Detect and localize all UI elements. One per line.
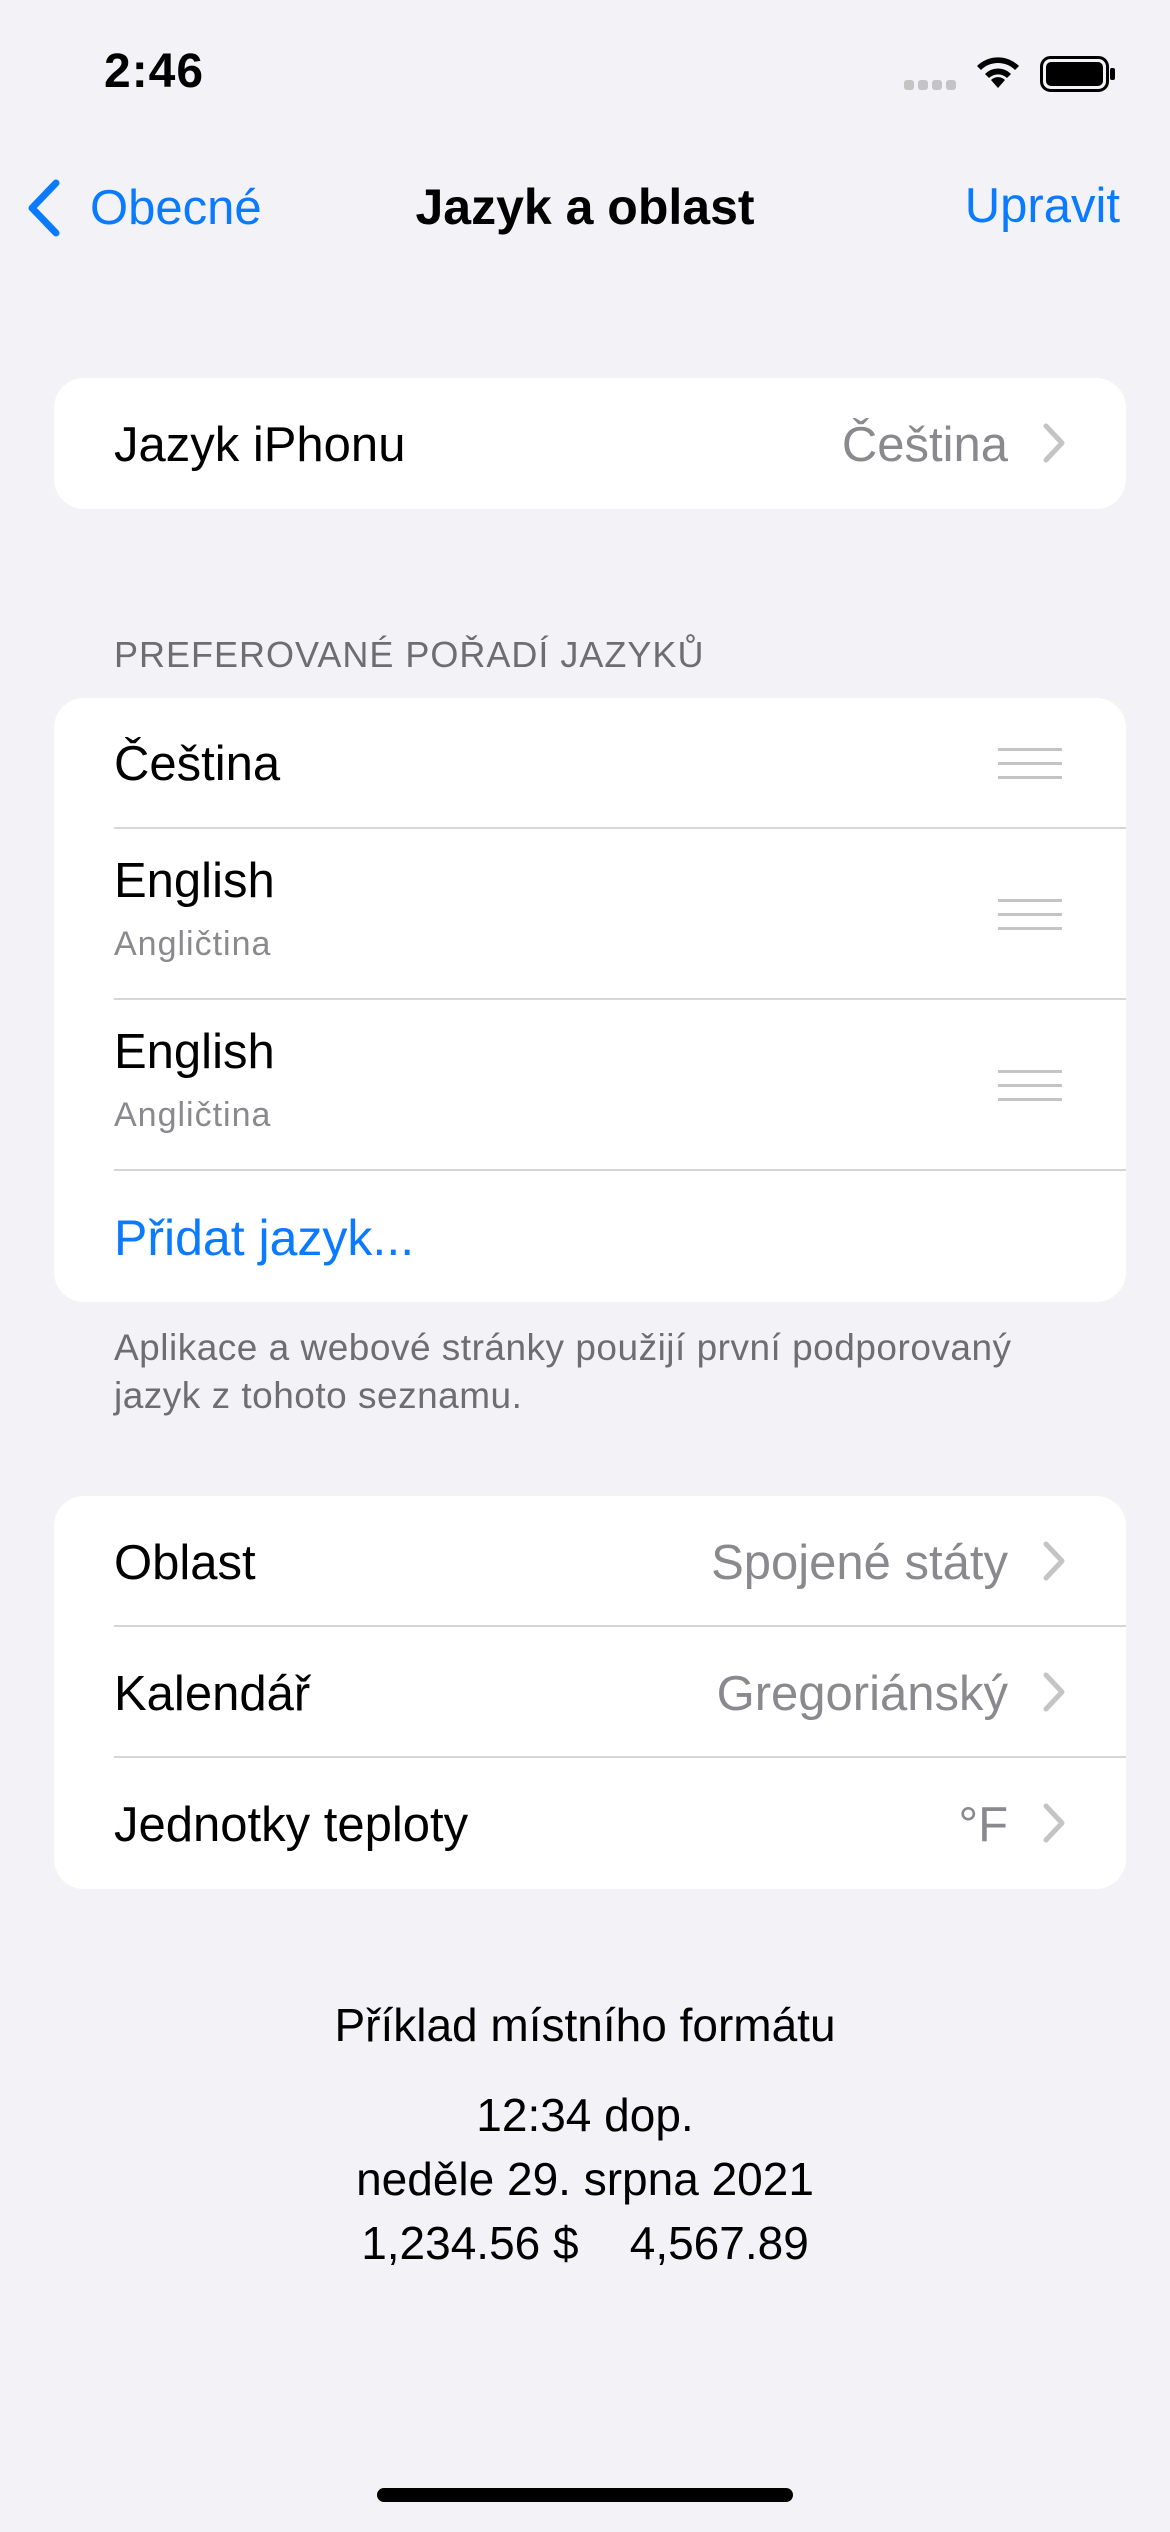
language-name: Čeština bbox=[114, 737, 281, 791]
chevron-right-icon bbox=[1043, 1672, 1065, 1712]
cellular-signal-icon bbox=[904, 80, 956, 90]
temperature-units-value: °F bbox=[958, 1798, 1008, 1852]
temperature-units-row[interactable]: Jednotky teploty °F bbox=[54, 1758, 1126, 1889]
region-label: Oblast bbox=[114, 1536, 256, 1590]
format-example-title: Příklad místního formátu bbox=[334, 1999, 836, 2051]
language-name: English bbox=[114, 1025, 275, 1079]
home-indicator[interactable] bbox=[377, 2488, 793, 2502]
iphone-language-value: Čeština bbox=[841, 418, 1008, 472]
iphone-language-row[interactable]: Jazyk iPhonu Čeština bbox=[54, 378, 1126, 509]
wifi-icon bbox=[977, 57, 1019, 88]
format-example-time: 12:34 dop. bbox=[476, 2089, 694, 2141]
language-row-cestina[interactable]: Čeština bbox=[54, 698, 1126, 829]
language-name: English bbox=[114, 854, 275, 908]
preferred-languages-card: Čeština English Angličtina English Angli… bbox=[54, 698, 1126, 1302]
region-value: Spojené státy bbox=[711, 1536, 1008, 1590]
format-example-numbers: 1,234.56 $ 4,567.89 bbox=[361, 2217, 809, 2269]
language-subtitle: Angličtina bbox=[114, 925, 272, 963]
reorder-handle-icon[interactable] bbox=[998, 1070, 1062, 1112]
language-subtitle: Angličtina bbox=[114, 1096, 272, 1134]
calendar-value: Gregoriánský bbox=[716, 1667, 1008, 1721]
chevron-right-icon bbox=[1043, 1803, 1065, 1843]
language-row-english-1[interactable]: English Angličtina bbox=[54, 829, 1126, 1000]
chevron-right-icon bbox=[1043, 423, 1065, 463]
section-header-preferred: PREFEROVANÉ POŘADÍ JAZYKŮ bbox=[114, 634, 705, 675]
reorder-handle-icon[interactable] bbox=[998, 748, 1062, 790]
calendar-label: Kalendář bbox=[114, 1667, 311, 1721]
language-row-english-2[interactable]: English Angličtina bbox=[54, 1000, 1126, 1171]
region-row[interactable]: Oblast Spojené státy bbox=[54, 1496, 1126, 1627]
chevron-right-icon bbox=[1043, 1541, 1065, 1581]
calendar-row[interactable]: Kalendář Gregoriánský bbox=[54, 1627, 1126, 1758]
iphone-language-card: Jazyk iPhonu Čeština bbox=[54, 378, 1126, 509]
section-footer-note: Aplikace a webové stránky použijí první … bbox=[114, 1327, 1012, 1416]
add-language-row[interactable]: Přidat jazyk... bbox=[54, 1171, 1126, 1302]
reorder-handle-icon[interactable] bbox=[998, 899, 1062, 941]
iphone-language-label: Jazyk iPhonu bbox=[114, 418, 406, 472]
status-time: 2:46 bbox=[104, 45, 205, 98]
format-example-date: neděle 29. srpna 2021 bbox=[356, 2153, 814, 2205]
add-language-button[interactable]: Přidat jazyk... bbox=[114, 1209, 414, 1267]
edit-button[interactable]: Upravit bbox=[965, 178, 1120, 234]
region-settings-card: Oblast Spojené státy Kalendář Gregoriáns… bbox=[54, 1496, 1126, 1889]
battery-icon bbox=[1040, 56, 1115, 92]
temperature-units-label: Jednotky teploty bbox=[114, 1798, 469, 1852]
